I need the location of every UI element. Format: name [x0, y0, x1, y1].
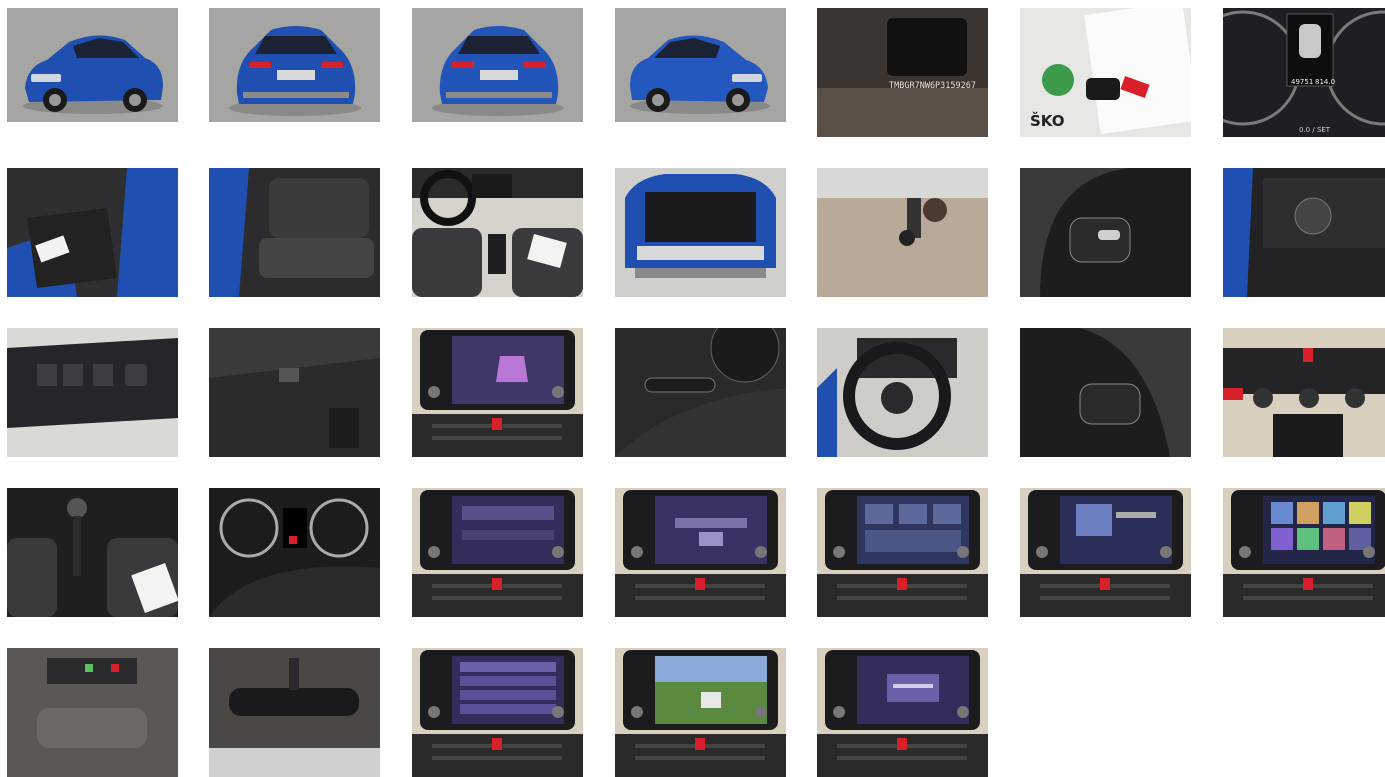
mirror-icon [209, 648, 380, 777]
screen-icon [1020, 488, 1191, 617]
light-icon [7, 648, 178, 777]
photo-thumbnail-steering-controls-right[interactable] [1020, 168, 1191, 297]
trunk-icon [209, 328, 380, 457]
screen-icon [615, 488, 786, 617]
photo-thumbnail-odometer[interactable]: 49751 814.0 0.0 / SET [1223, 8, 1385, 137]
photo-thumbnail-infotainment-car[interactable] [412, 328, 583, 457]
photo-thumbnail-exterior-rear[interactable] [209, 8, 380, 122]
photo-thumbnail-exterior-rear-2[interactable] [412, 8, 583, 122]
stalk-icon [615, 328, 786, 457]
photo-thumbnail-light-switch[interactable] [1223, 168, 1385, 297]
screen-icon [412, 648, 583, 777]
photo-thumbnail-key-and-papers[interactable]: ŠKO [1020, 8, 1191, 137]
photo-thumbnail-trunk[interactable] [615, 168, 786, 297]
photo-thumbnail-infotainment-apps[interactable] [1223, 488, 1385, 617]
hitch-icon [817, 168, 988, 297]
photo-thumbnail-front-door-open[interactable] [7, 168, 178, 297]
car-front-icon [615, 8, 786, 122]
photo-thumbnail-climate-controls[interactable] [1223, 328, 1385, 457]
screen-icon [412, 488, 583, 617]
climate-icon [1223, 328, 1385, 457]
photo-thumbnail-window-controls[interactable] [7, 328, 178, 457]
trunk-icon [615, 168, 786, 297]
brand-text: ŠKO [1030, 111, 1065, 130]
photo-gallery: TMBGR7NW6P3159267 ŠKO 49751 814.0 0.0 / … [0, 0, 1385, 777]
screen-icon [817, 488, 988, 617]
door-icon [7, 168, 178, 297]
steering-icon [817, 328, 988, 457]
window-switch-icon [7, 328, 178, 457]
screen-icon [817, 648, 988, 777]
photo-thumbnail-tow-hitch[interactable] [817, 168, 988, 297]
photo-thumbnail-steering-controls-left[interactable] [1020, 328, 1191, 457]
screen-icon [412, 328, 583, 457]
seat-icon [209, 168, 380, 297]
set-text: 0.0 / SET [1299, 126, 1331, 134]
vin-icon: TMBGR7NW6P3159267 [817, 8, 988, 137]
car-rear-icon [209, 8, 380, 122]
camera-icon [615, 648, 786, 777]
photo-thumbnail-trunk-side[interactable] [209, 328, 380, 457]
photo-thumbnail-exterior-front-2[interactable] [615, 8, 786, 122]
steering-icon [1020, 168, 1191, 297]
photo-thumbnail-infotainment-media[interactable] [1020, 488, 1191, 617]
photo-thumbnail-dashboard[interactable] [412, 168, 583, 297]
gauge-icon [209, 488, 380, 617]
switch-icon [1223, 168, 1385, 297]
gear-icon [7, 488, 178, 617]
screen-icon [1223, 488, 1385, 617]
photo-thumbnail-infotainment-message[interactable] [615, 488, 786, 617]
photo-thumbnail-vin-plate[interactable]: TMBGR7NW6P3159267 [817, 8, 988, 137]
gauge-icon: 49751 814.0 0.0 / SET [1223, 8, 1385, 137]
photo-thumbnail-rear-mirror[interactable] [209, 648, 380, 777]
photo-thumbnail-stalk-controls[interactable] [615, 328, 786, 457]
photo-thumbnail-gear-shift[interactable] [7, 488, 178, 617]
car-rear-icon [412, 8, 583, 122]
trip-text: 814.0 [1315, 78, 1335, 86]
photo-thumbnail-overhead-console[interactable] [7, 648, 178, 777]
key-icon: ŠKO [1020, 8, 1191, 137]
photo-thumbnail-infotainment-phone[interactable] [412, 488, 583, 617]
photo-thumbnail-infotainment-menu[interactable] [817, 488, 988, 617]
photo-thumbnail-infotainment-settings[interactable] [412, 648, 583, 777]
vin-text: TMBGR7NW6P3159267 [889, 81, 976, 91]
photo-thumbnail-exterior-front[interactable] [7, 8, 178, 122]
photo-thumbnail-instrument-cluster[interactable] [209, 488, 380, 617]
photo-thumbnail-infotainment-bluetooth[interactable] [817, 648, 988, 777]
photo-thumbnail-steering-wheel[interactable] [817, 328, 988, 457]
dashboard-icon [412, 168, 583, 297]
steering-icon [1020, 328, 1191, 457]
photo-thumbnail-rear-seats[interactable] [209, 168, 380, 297]
photo-thumbnail-infotainment-camera[interactable] [615, 648, 786, 777]
odometer-text: 49751 [1291, 78, 1313, 86]
car-front-icon [7, 8, 178, 122]
